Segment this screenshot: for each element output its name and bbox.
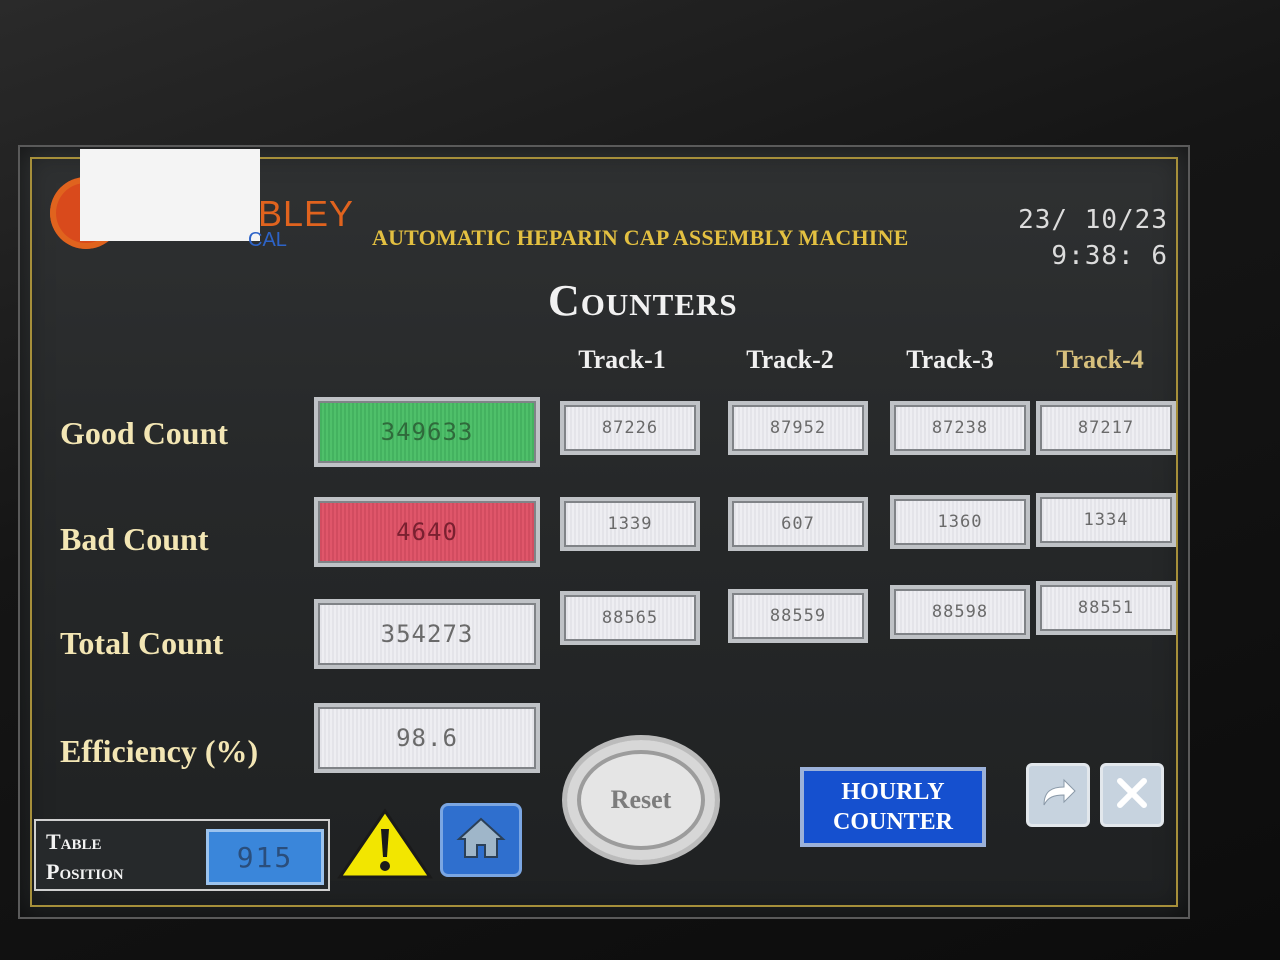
table-position-label-line2: Position — [46, 859, 124, 884]
hmi-screen: BLEY CAL AUTOMATIC HEPARIN CAP ASSEMBLY … — [18, 145, 1190, 919]
total-count-label: Total Count — [60, 625, 224, 661]
forward-arrow-icon — [1038, 775, 1078, 815]
good-count-track-3: 87238 — [890, 401, 1030, 455]
bad-count-total: 4640 — [314, 497, 540, 567]
bad-count-track-3: 1360 — [890, 495, 1030, 549]
hourly-counter-label-line2: COUNTER — [832, 809, 953, 835]
good-count-track-1: 87226 — [560, 401, 700, 455]
home-icon — [455, 815, 507, 865]
hourly-counter-button[interactable]: HOURLY COUNTER — [800, 767, 986, 847]
total-count-total: 354273 — [314, 599, 540, 669]
table-position-value: 915 — [206, 829, 324, 885]
column-header-track-2: Track-2 — [746, 345, 834, 374]
close-icon — [1114, 775, 1150, 815]
table-position-label: Table Position — [46, 827, 124, 887]
home-button[interactable] — [440, 803, 522, 877]
total-count-track-4: 88551 — [1036, 581, 1176, 635]
bad-count-label: Bad Count — [60, 521, 209, 557]
bad-count-track-4: 1334 — [1036, 493, 1176, 547]
column-header-track-1: Track-1 — [578, 345, 666, 374]
good-count-label: Good Count — [60, 415, 229, 451]
machine-title: AUTOMATIC HEPARIN CAP ASSEMBLY MACHINE — [372, 225, 909, 250]
total-count-track-3: 88598 — [890, 585, 1030, 639]
next-page-button[interactable] — [1026, 763, 1090, 827]
good-count-total: 349633 — [314, 397, 540, 467]
good-count-track-2: 87952 — [728, 401, 868, 455]
table-position-panel: Table Position 915 — [34, 819, 330, 891]
good-count-track-4: 87217 — [1036, 401, 1176, 455]
table-position-label-line1: Table — [46, 829, 102, 854]
logo-subtext: CAL — [248, 229, 287, 251]
warning-icon — [336, 808, 434, 885]
reset-button[interactable]: Reset — [562, 735, 720, 865]
column-header-track-3: Track-3 — [906, 345, 994, 374]
page-title: Counters — [548, 276, 738, 325]
hourly-counter-label-line1: HOURLY — [841, 779, 945, 805]
total-count-track-2: 88559 — [728, 589, 868, 643]
total-count-track-1: 88565 — [560, 591, 700, 645]
date-display: 23/ 10/23 — [1018, 205, 1168, 235]
efficiency-value: 98.6 — [314, 703, 540, 773]
close-button[interactable] — [1100, 763, 1164, 827]
time-display: 9:38: 6 — [1051, 241, 1168, 271]
alarm-button[interactable] — [336, 807, 434, 885]
bad-count-track-2: 607 — [728, 497, 868, 551]
bad-count-track-1: 1339 — [560, 497, 700, 551]
logo-redaction — [80, 149, 260, 241]
efficiency-label: Efficiency (%) — [60, 733, 259, 769]
column-header-track-4: Track-4 — [1056, 345, 1144, 374]
